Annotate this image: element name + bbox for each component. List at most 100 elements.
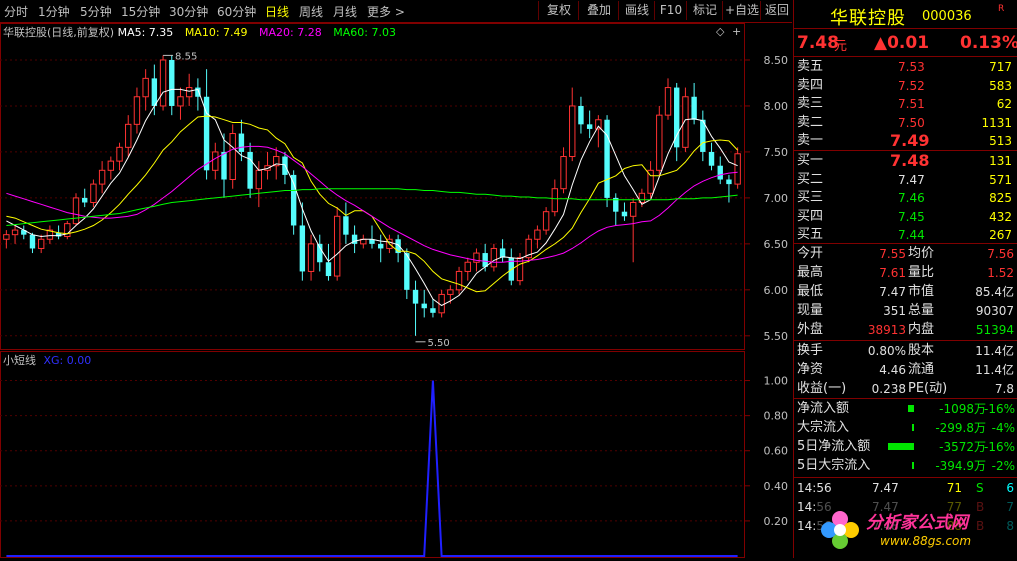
bid-row[interactable]: 买一 7.48 131 [794, 152, 1017, 170]
y-tick-label: 8.00 [764, 100, 789, 113]
fund-flow-value: -299.8万 [935, 421, 986, 435]
candle-body [3, 234, 10, 240]
candle-body [708, 151, 715, 166]
overlay-button[interactable]: 叠加 [578, 1, 619, 20]
bid-row[interactable]: 买四 7.45 432 [794, 208, 1017, 226]
high-price-label: 8.55 [175, 51, 197, 62]
adjust-button[interactable]: 复权 [538, 1, 579, 20]
fund-flow-row: 大宗流入 -299.8万 -4% [794, 419, 1017, 437]
candle-body [682, 96, 689, 148]
ask-row[interactable]: 卖二 7.50 1131 [794, 114, 1017, 132]
y-tick-label: 1.00 [764, 375, 789, 388]
bid-row[interactable]: 买二 7.47 571 [794, 171, 1017, 189]
candle-body [299, 225, 306, 272]
candle-body [107, 160, 115, 171]
change-percent: 0.13% [960, 33, 1017, 53]
fundamental-label: 流通 [908, 362, 935, 377]
ma5-legend: MA5: 7.35 [117, 26, 174, 39]
diamond-icon[interactable]: ◇ [716, 25, 724, 38]
ask-row[interactable]: 卖四 7.52 583 [794, 77, 1017, 95]
candle-body [578, 105, 584, 125]
y-tick-label: 7.00 [764, 192, 789, 205]
tab-weekly[interactable]: 周线 [299, 3, 323, 20]
tab-more[interactable]: 更多 > [367, 3, 405, 20]
fund-flow-label: 5日净流入额 [797, 439, 871, 454]
fundamental-value: 11.4亿 [975, 344, 1014, 358]
main-chart-frame [0, 23, 745, 350]
stat-value: 90307 [975, 304, 1014, 318]
ask-row[interactable]: 卖五 7.53 717 [794, 58, 1017, 76]
tab-minute-time[interactable]: 分时 [4, 3, 28, 20]
fund-flow-percent: -16% [983, 440, 1015, 454]
plus-icon[interactable]: + [732, 25, 741, 38]
candle-body [169, 59, 175, 106]
stat-label: 量比 [908, 265, 935, 280]
main-chart-legend: 华联控股(日线,前复权) MA5: 7.35 MA10: 7.49 MA20: … [3, 24, 396, 40]
fundamental-value: 4.46 [879, 363, 906, 377]
bid-row[interactable]: 买三 7.46 825 [794, 189, 1017, 207]
add-favorite-button[interactable]: +自选 [722, 1, 761, 20]
stat-value: 7.55 [879, 247, 906, 261]
candle-body [560, 156, 567, 190]
stat-value: 38913 [867, 323, 906, 337]
draw-line-button[interactable]: 画线 [618, 1, 655, 20]
tab-monthly[interactable]: 月线 [333, 3, 357, 20]
candle-body [333, 215, 341, 277]
candle-body [656, 114, 663, 171]
ask-volume: 717 [989, 60, 1012, 74]
stat-value: 85.4亿 [975, 285, 1014, 299]
tab-5min[interactable]: 5分钟 [80, 3, 112, 20]
fundamental-label: 股本 [908, 343, 935, 358]
candle-body [255, 169, 263, 190]
candle-body [90, 183, 97, 203]
fundamental-value: 7.8 [994, 382, 1014, 396]
back-button[interactable]: 返回 [760, 1, 793, 20]
f10-button[interactable]: F10 [654, 1, 687, 20]
fund-flow-label: 5日大宗流入 [797, 458, 871, 473]
ma20-legend: MA20: 7.28 [259, 26, 322, 39]
y-tick-label: 6.00 [764, 284, 789, 297]
tab-60min[interactable]: 60分钟 [217, 3, 256, 20]
y-tick-label: 7.50 [764, 146, 789, 159]
period-toolbar: 分时 1分钟 5分钟 15分钟 30分钟 60分钟 日线 周线 月线 更多 > … [0, 0, 792, 23]
flower-logo-icon [821, 511, 859, 549]
stat-row: 最高 7.61 量比 1.52 [794, 264, 1017, 282]
kline-chart[interactable]: 8.50 8.00 7.50 7.00 6.50 6.00 5.50 1.00 0.80 0.6… [0, 23, 792, 558]
tab-15min[interactable]: 15分钟 [121, 3, 160, 20]
bid-label: 买二 [797, 171, 824, 187]
mark-button[interactable]: 标记 [686, 1, 723, 20]
stat-label: 内盘 [908, 322, 935, 337]
bid-volume: 267 [989, 228, 1012, 242]
ask-price: 7.50 [898, 115, 925, 130]
tab-1min[interactable]: 1分钟 [38, 3, 70, 20]
fundamental-row: 换手 0.80% 股本 11.4亿 [794, 342, 1017, 360]
chart-area[interactable]: 8.50 8.00 7.50 7.00 6.50 6.00 5.50 1.00 0.80 0.6… [0, 23, 792, 558]
tab-30min[interactable]: 30分钟 [169, 3, 208, 20]
fund-flow-bar [888, 443, 914, 450]
y-tick-label: 0.20 [764, 515, 789, 528]
stat-label: 总量 [908, 303, 935, 318]
fundamental-label: 净资 [797, 362, 824, 377]
candle-body [447, 289, 454, 295]
ask-volume: 513 [989, 134, 1012, 148]
fundamental-row: 收益(一) 0.238 PE(动) 7.8 [794, 380, 1017, 398]
tab-daily[interactable]: 日线 [265, 3, 289, 20]
bid-price: 7.45 [898, 209, 925, 224]
fundamental-label: PE(动) [908, 381, 948, 396]
margin-flag: R [998, 4, 1005, 14]
tick-row[interactable]: 14:56 7.47 71 S 6 [794, 479, 1017, 497]
ask-row[interactable]: 卖三 7.51 62 [794, 95, 1017, 113]
fund-flow-row: 净流入额 -1098万 -16% [794, 400, 1017, 418]
fund-flow-row: 5日大宗流入 -394.9万 -2% [794, 457, 1017, 475]
ma60-legend: MA60: 7.03 [333, 26, 396, 39]
stat-label: 今开 [797, 246, 824, 261]
y-tick-label: 8.50 [764, 54, 789, 67]
last-price: 7.48 [797, 33, 839, 53]
fund-flow-value: -1098万 [939, 402, 986, 416]
bid-row[interactable]: 买五 7.44 267 [794, 226, 1017, 244]
ask-row[interactable]: 卖一 7.49 513 [794, 132, 1017, 150]
candle-body [534, 229, 541, 240]
fund-flow-label: 大宗流入 [797, 420, 850, 435]
candle-body [490, 247, 498, 268]
fundamental-value: 0.80% [867, 344, 906, 358]
